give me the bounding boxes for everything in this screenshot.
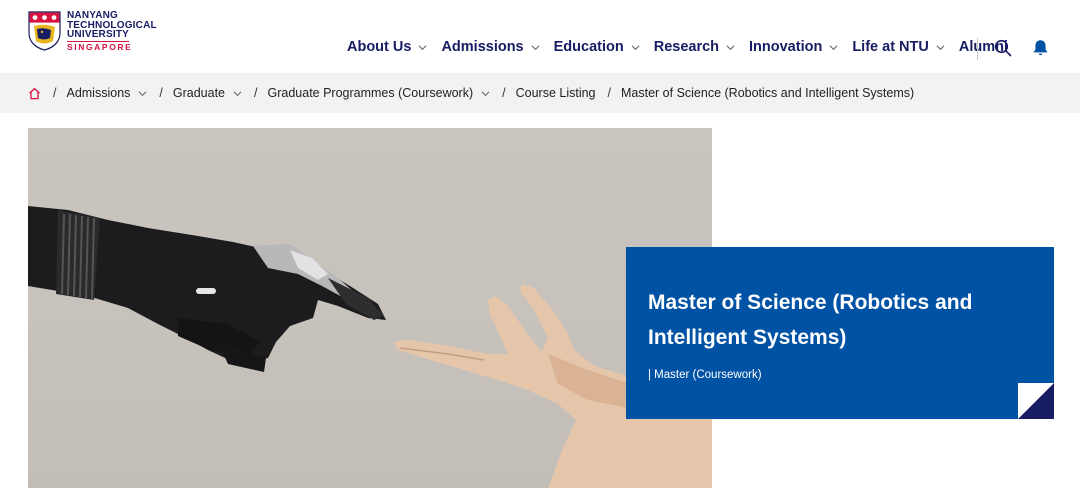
breadcrumb-item-admissions[interactable]: Admissions [66,86,147,100]
chevron-down-icon [481,90,490,96]
breadcrumb: / Admissions / Graduate / Graduate Progr… [0,73,1080,113]
breadcrumb-separator: / [159,86,163,100]
nav-label: About Us [347,39,412,55]
nav-life-at-ntu[interactable]: Life at NTU [852,39,945,55]
breadcrumb-item-graduate-programmes[interactable]: Graduate Programmes (Coursework) [268,86,491,100]
main-nav: About Us Admissions Education Research I… [347,38,1022,56]
breadcrumb-current: Master of Science (Robotics and Intellig… [621,86,915,100]
breadcrumb-label: Graduate Programmes (Coursework) [267,86,474,100]
nav-label: Education [553,39,624,55]
card-corner-fold-icon [1018,383,1054,419]
page-title: Master of Science (Robotics and Intellig… [648,291,973,349]
nav-research[interactable]: Research [654,39,735,55]
logo-line-3: UNIVERSITY [67,29,130,40]
breadcrumb-separator: / [53,86,57,100]
nav-education[interactable]: Education [554,39,640,55]
breadcrumb-separator: / [502,86,506,100]
chevron-down-icon [936,44,945,50]
bell-icon[interactable] [1032,39,1049,57]
logo-line-4: SINGAPORE [67,40,133,52]
breadcrumb-label: Graduate [172,86,226,100]
search-icon[interactable] [994,39,1012,57]
breadcrumb-label: Admissions [66,86,131,100]
programme-title-card: Master of Science (Robotics and Intellig… [626,247,1054,419]
breadcrumb-label: Course Listing [515,86,596,100]
chevron-down-icon [726,44,735,50]
nav-innovation[interactable]: Innovation [749,39,838,55]
breadcrumb-separator: / [607,86,611,100]
chevron-down-icon [138,90,147,96]
nav-divider [977,38,978,60]
chevron-down-icon [418,44,427,50]
home-icon[interactable] [28,87,41,100]
breadcrumb-item-course-listing[interactable]: Course Listing [516,86,596,100]
nav-label: Research [653,39,720,55]
robot-human-hands-illustration [28,206,712,488]
chevron-down-icon [531,44,540,50]
nav-label: Life at NTU [852,39,929,55]
nav-label: Innovation [749,39,823,55]
chevron-down-icon [233,90,242,96]
hero-image [28,128,712,488]
robot-hand [28,206,386,372]
breadcrumb-item-graduate[interactable]: Graduate [173,86,242,100]
ntu-logo[interactable]: NANYANG TECHNOLOGICAL UNIVERSITY SINGAPO… [28,11,157,52]
breadcrumb-separator: / [254,86,258,100]
chevron-down-icon [829,44,838,50]
ntu-crest-icon [28,11,61,51]
programme-type: | Master (Coursework) [648,369,762,381]
chevron-down-icon [631,44,640,50]
nav-label: Admissions [441,39,524,55]
nav-admissions[interactable]: Admissions [441,39,540,55]
site-header: NANYANG TECHNOLOGICAL UNIVERSITY SINGAPO… [0,0,1080,73]
nav-about-us[interactable]: About Us [347,39,427,55]
